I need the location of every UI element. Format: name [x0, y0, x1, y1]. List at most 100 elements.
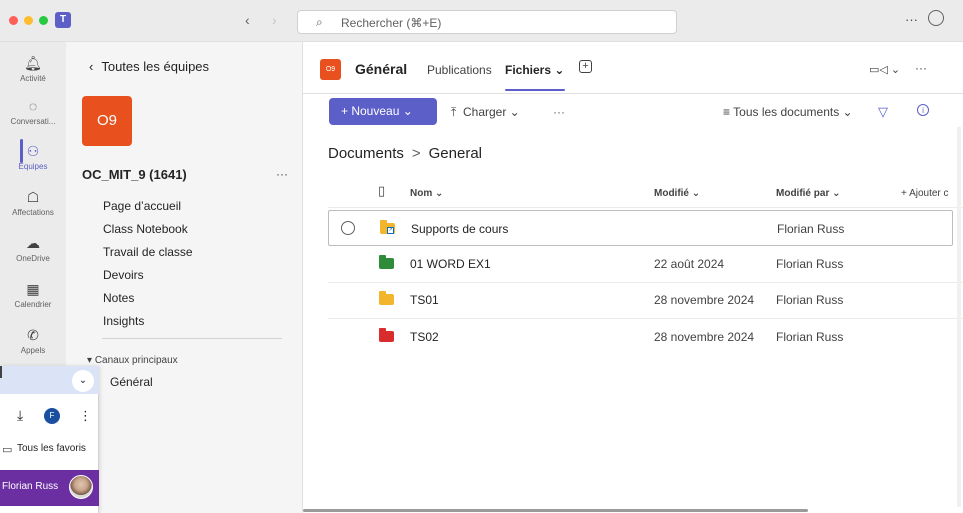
chat-icon: ◌	[28, 98, 38, 114]
breadcrumb: Documents > General	[328, 145, 482, 162]
search-bar[interactable]: ⌕ Rechercher (⌘+E)	[297, 10, 677, 34]
modified-by: Florian Russ	[776, 330, 844, 344]
file-name[interactable]: Supports de cours	[411, 222, 508, 236]
all-favorites-link[interactable]: Tous les favoris	[17, 443, 86, 454]
team-panel: ‹ Toutes les équipes O9 OC_MIT_9 (1641) ·…	[66, 42, 303, 513]
row-select-radio[interactable]	[341, 221, 355, 235]
team-avatar: O9	[82, 96, 132, 146]
table-row[interactable]: TS02 28 novembre 2024 Florian Russ	[328, 319, 953, 355]
folder-icon	[379, 328, 394, 342]
rail-item-calls[interactable]: ✆ Appels	[0, 326, 66, 355]
window-minimize-button[interactable]	[24, 16, 33, 25]
modified-by: Florian Russ	[777, 222, 845, 236]
filter-icon[interactable]: ▽	[878, 104, 888, 120]
add-tab-icon[interactable]: +	[579, 60, 592, 73]
forward-arrow-icon[interactable]: ›	[272, 12, 277, 28]
folder-icon	[379, 255, 394, 269]
back-arrow-icon[interactable]: ‹	[245, 12, 250, 28]
table-row[interactable]: ↗ Supports de cours Florian Russ	[328, 210, 953, 246]
rail-item-chat[interactable]: ◌ Conversati...	[0, 97, 66, 126]
modified-date: 22 août 2024	[654, 257, 725, 271]
tab-files[interactable]: Fichiers ⌄	[505, 63, 564, 77]
channel-avatar: O9	[320, 59, 341, 80]
calendar-icon: ▦	[26, 281, 40, 297]
header-divider	[303, 93, 963, 94]
rail-item-teams[interactable]: ⚇ Équipes	[0, 142, 66, 171]
folder-icon	[379, 291, 394, 305]
phone-icon: ✆	[27, 327, 39, 343]
browser-popup: ⌄ ⤓ F ⋮ ▭ Tous les favoris Florian Russ	[0, 366, 99, 513]
rail-item-onedrive[interactable]: ☁︎ OneDrive	[0, 234, 66, 263]
table-row[interactable]: 01 WORD EX1 22 août 2024 Florian Russ	[328, 246, 953, 282]
channel-general[interactable]: Général	[110, 375, 153, 389]
team-more-button[interactable]: ···	[276, 167, 288, 181]
file-name[interactable]: TS02	[410, 330, 439, 344]
header-more-icon[interactable]: ···	[915, 61, 927, 75]
column-header-modified-by[interactable]: Modifié par ⌄	[776, 188, 841, 199]
chevron-left-icon: ‹	[89, 59, 94, 74]
tab-publications[interactable]: Publications	[427, 63, 492, 77]
breadcrumb-separator: >	[411, 145, 421, 162]
header-divider	[328, 207, 963, 208]
column-header-modified[interactable]: Modifié ⌄	[654, 188, 700, 199]
more-options-icon[interactable]: ···	[905, 12, 918, 27]
chevron-down-icon[interactable]: ⌄	[72, 370, 94, 392]
modified-by: Florian Russ	[776, 257, 844, 271]
view-selector[interactable]: ≡ Tous les documents ⌄	[723, 105, 853, 119]
file-name[interactable]: TS01	[410, 293, 439, 307]
breadcrumb-root[interactable]: Documents	[328, 145, 404, 162]
team-link-classwork[interactable]: Travail de classe	[103, 245, 193, 259]
column-header-name[interactable]: Nom ⌄	[410, 188, 443, 199]
modified-date: 28 novembre 2024	[654, 330, 755, 344]
team-link-assignments[interactable]: Devoirs	[103, 268, 144, 282]
rail-item-calendar[interactable]: ▦ Calendrier	[0, 280, 66, 309]
search-icon: ⌕	[316, 15, 323, 29]
user-bar[interactable]: Florian Russ	[0, 470, 99, 506]
search-input[interactable]: Rechercher (⌘+E)	[341, 16, 441, 30]
upload-button[interactable]: ⤒ Charger ⌄	[451, 105, 520, 120]
horizontal-scrollbar[interactable]	[303, 509, 808, 512]
back-to-all-teams[interactable]: ‹ Toutes les équipes	[89, 59, 209, 74]
add-column-button[interactable]: + Ajouter c	[901, 188, 949, 199]
popup-edge	[0, 366, 2, 378]
download-icon[interactable]: ⤓	[17, 407, 23, 424]
assignments-icon: ☖	[26, 189, 40, 205]
main-content: O9 Général Publications Fichiers ⌄ + ▭◁ …	[303, 42, 963, 513]
info-icon[interactable]: i	[917, 104, 929, 116]
bell-icon: 🔔︎	[24, 55, 42, 71]
modified-by: Florian Russ	[776, 293, 844, 307]
window-close-button[interactable]	[9, 16, 18, 25]
teams-icon: ⚇	[26, 143, 40, 159]
profile-avatar[interactable]: F	[44, 408, 60, 424]
user-avatar[interactable]	[69, 475, 93, 499]
divider	[102, 338, 282, 339]
team-name: OC_MIT_9 (1641)	[82, 167, 187, 182]
command-more-button[interactable]: ···	[553, 105, 565, 119]
upload-icon: ⤒	[451, 105, 457, 119]
channel-title: Général	[355, 61, 408, 77]
team-link-home[interactable]: Page d’accueil	[103, 199, 181, 213]
file-name[interactable]: 01 WORD EX1	[410, 257, 491, 271]
modified-date: 28 novembre 2024	[654, 293, 755, 307]
team-link-grades[interactable]: Notes	[103, 291, 134, 305]
file-type-header-icon: ▯	[378, 183, 386, 198]
window-maximize-button[interactable]	[39, 16, 48, 25]
rail-item-assignments[interactable]: ☖ Affectations	[0, 188, 66, 217]
video-call-icon[interactable]: ▭◁ ⌄	[869, 63, 900, 76]
more-vertical-icon[interactable]: ⋮	[79, 408, 92, 424]
popup-header: ⌄	[0, 366, 99, 394]
channels-heading[interactable]: ▾ Canaux principaux	[87, 355, 178, 366]
profile-icon[interactable]	[928, 10, 944, 26]
team-link-class-notebook[interactable]: Class Notebook	[103, 222, 188, 236]
shortcut-icon: ↗	[387, 227, 394, 234]
new-button[interactable]: + Nouveau ⌄	[329, 98, 437, 125]
team-link-insights[interactable]: Insights	[103, 314, 144, 328]
active-tab-underline	[505, 89, 565, 91]
table-row[interactable]: TS01 28 novembre 2024 Florian Russ	[328, 282, 953, 318]
folder-shortcut-icon: ↗	[380, 220, 395, 234]
rail-item-activity[interactable]: 🔔︎ Activité	[0, 54, 66, 83]
vertical-scrollbar[interactable]	[957, 127, 961, 507]
list-view-icon: ≡	[723, 105, 731, 119]
teams-logo-icon: T	[55, 12, 71, 28]
user-name: Florian Russ	[2, 481, 59, 492]
